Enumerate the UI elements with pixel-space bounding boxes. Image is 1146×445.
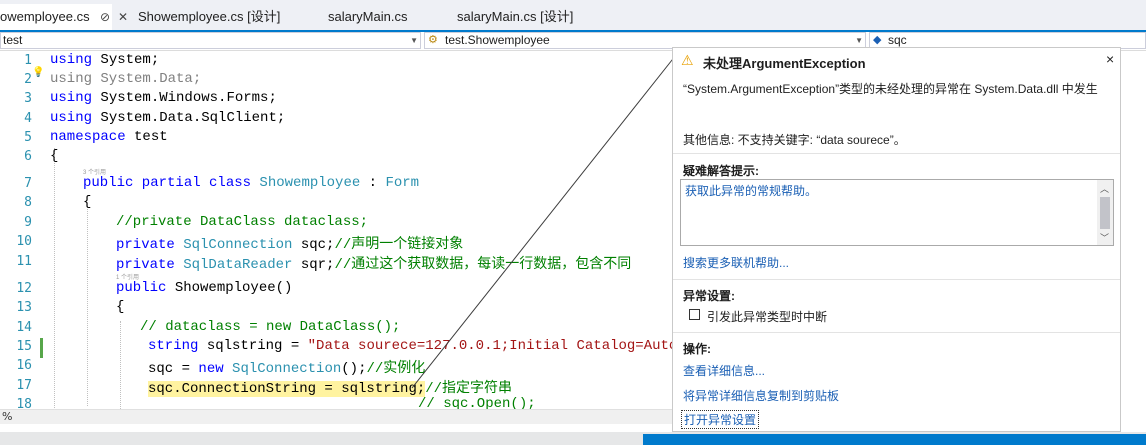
copy-details-link[interactable]: 将异常详细信息复制到剪贴板 <box>683 387 839 404</box>
view-details-link[interactable]: 查看详细信息... <box>683 362 765 379</box>
exception-message: “System.ArgumentException”类型的未经处理的异常在 Sy… <box>683 82 1098 96</box>
bottom-tool-windows-strip <box>0 432 1146 445</box>
warning-icon: ⚠ <box>681 52 694 68</box>
zoom-level[interactable]: % <box>2 410 12 423</box>
exception-settings-heading: 异常设置: <box>683 289 735 303</box>
actions-heading: 操作: <box>683 342 711 356</box>
tips-scrollbar[interactable]: ︿ ﹀ <box>1097 180 1113 245</box>
troubleshooting-heading: 疑难解答提示: <box>683 164 759 178</box>
chevron-up-icon[interactable]: ︿ <box>1100 182 1109 195</box>
divider <box>673 279 1120 280</box>
exception-extra-info: 其他信息: 不支持关键字: “data sourece”。 <box>683 133 906 147</box>
scrollbar-thumb[interactable] <box>1100 197 1110 229</box>
close-icon[interactable]: × <box>1106 51 1114 67</box>
exception-helper-popup: ⚠ 未处理ArgumentException × “System.Argumen… <box>672 47 1121 432</box>
exception-settings-window-header[interactable] <box>643 434 1146 445</box>
troubleshooting-tips-list[interactable]: 获取此异常的常规帮助。 ︿ ﹀ <box>680 179 1114 246</box>
search-online-help-link[interactable]: 搜索更多联机帮助... <box>683 254 789 271</box>
break-on-exception-checkbox[interactable] <box>689 309 700 320</box>
general-help-link[interactable]: 获取此异常的常规帮助。 <box>685 182 817 199</box>
chevron-down-icon[interactable]: ﹀ <box>1100 231 1109 244</box>
divider <box>673 153 1120 154</box>
break-on-exception-label: 引发此异常类型时中断 <box>707 310 828 324</box>
open-exception-settings-link[interactable]: 打开异常设置 <box>681 410 760 429</box>
exception-title: 未处理ArgumentException <box>703 56 866 71</box>
editor-horizontal-scrollbar[interactable]: % <box>0 409 672 424</box>
divider <box>673 332 1120 333</box>
